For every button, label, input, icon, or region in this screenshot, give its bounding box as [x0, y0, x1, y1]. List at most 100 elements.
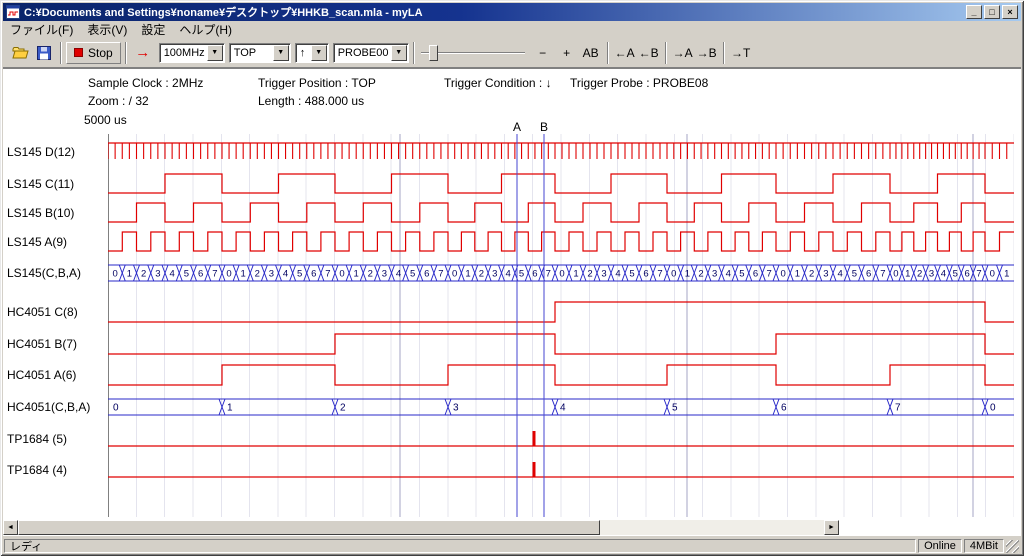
- chevron-down-icon[interactable]: ▼: [311, 45, 327, 61]
- svg-text:2: 2: [141, 269, 146, 280]
- save-button[interactable]: [32, 42, 56, 64]
- svg-text:6: 6: [424, 269, 429, 280]
- svg-text:1: 1: [354, 269, 359, 280]
- svg-text:0: 0: [452, 269, 457, 280]
- svg-text:2: 2: [587, 269, 592, 280]
- menu-help[interactable]: ヘルプ(H): [172, 20, 239, 39]
- channel-label-hc4051-b7: HC4051 B(7): [7, 337, 77, 352]
- scroll-left-button[interactable]: ◄: [3, 520, 18, 535]
- svg-text:4: 4: [283, 269, 288, 280]
- resize-grip[interactable]: [1006, 540, 1019, 553]
- svg-text:4: 4: [615, 269, 620, 280]
- zoom-out-button[interactable]: −: [531, 42, 555, 64]
- goto-b-next-button[interactable]: →B: [695, 42, 719, 64]
- svg-text:6: 6: [198, 269, 203, 280]
- svg-text:0: 0: [559, 269, 564, 280]
- svg-text:1: 1: [1004, 269, 1009, 280]
- zoom-slider[interactable]: [421, 43, 525, 63]
- channel-label-hc4051-a6: HC4051 A(6): [7, 368, 76, 383]
- svg-text:3: 3: [929, 269, 934, 280]
- minimize-button[interactable]: _: [966, 5, 982, 19]
- svg-text:1: 1: [127, 269, 132, 280]
- marker-b-label[interactable]: B: [538, 120, 550, 134]
- channel-label-ls145-d12: LS145 D(12): [7, 145, 75, 160]
- svg-text:1: 1: [465, 269, 470, 280]
- open-folder-icon: [12, 46, 29, 59]
- svg-text:7: 7: [325, 269, 330, 280]
- svg-text:4: 4: [169, 269, 174, 280]
- channel-label-tp1684-4: TP1684 (4): [7, 463, 67, 478]
- zoom-slider-thumb[interactable]: [429, 45, 438, 61]
- trigger-probe-select[interactable]: PROBE00 ▼: [333, 43, 409, 63]
- grid: [108, 134, 1014, 517]
- ab-button[interactable]: AB: [579, 42, 603, 64]
- svg-text:3: 3: [712, 269, 717, 280]
- svg-text:2: 2: [479, 269, 484, 280]
- stop-label: Stop: [88, 46, 113, 60]
- channel-label-tp1684-5: TP1684 (5): [7, 432, 67, 447]
- svg-text:4: 4: [837, 269, 842, 280]
- horizontal-scrollbar[interactable]: ◄ ►: [3, 520, 839, 535]
- svg-text:0: 0: [893, 269, 898, 280]
- svg-text:0: 0: [990, 403, 996, 414]
- info-sample-clock: Sample Clock : 2MHz: [88, 76, 203, 90]
- sample-clock-value: 100MHz: [164, 47, 205, 59]
- goto-a-next-button[interactable]: →A: [671, 42, 695, 64]
- trigger-edge-select[interactable]: ↑ ▼: [295, 43, 329, 63]
- svg-text:6: 6: [753, 269, 758, 280]
- channel-label-hc4051-bus: HC4051(C,B,A): [7, 400, 90, 415]
- svg-text:4: 4: [941, 269, 946, 280]
- svg-text:5: 5: [739, 269, 744, 280]
- svg-text:7: 7: [657, 269, 662, 280]
- app-icon: [6, 5, 20, 19]
- svg-text:2: 2: [917, 269, 922, 280]
- goto-a-prev-button[interactable]: ←A: [613, 42, 637, 64]
- goto-trigger-button[interactable]: →T: [729, 42, 753, 64]
- trigger-position-select[interactable]: TOP ▼: [229, 43, 291, 63]
- svg-text:6: 6: [311, 269, 316, 280]
- zoom-in-button[interactable]: +: [555, 42, 579, 64]
- title-bar[interactable]: C:¥Documents and Settings¥noname¥デスクトップ¥…: [3, 3, 1021, 21]
- svg-text:4: 4: [726, 269, 731, 280]
- scroll-right-button[interactable]: ►: [824, 520, 839, 535]
- menu-view[interactable]: 表示(V): [80, 20, 134, 39]
- svg-text:1: 1: [905, 269, 910, 280]
- open-button[interactable]: [8, 42, 32, 64]
- run-button[interactable]: →: [131, 42, 155, 64]
- svg-text:3: 3: [601, 269, 606, 280]
- svg-text:1: 1: [227, 403, 233, 414]
- svg-text:5: 5: [953, 269, 958, 280]
- marker-a-label[interactable]: A: [511, 120, 523, 134]
- toolbar-separator: [413, 42, 415, 64]
- floppy-icon: [37, 46, 51, 60]
- svg-text:3: 3: [382, 269, 387, 280]
- menu-settings[interactable]: 設定: [134, 20, 172, 39]
- close-button[interactable]: ×: [1002, 5, 1018, 19]
- svg-text:5: 5: [629, 269, 634, 280]
- goto-b-prev-button[interactable]: ←B: [637, 42, 661, 64]
- toolbar-separator: [125, 42, 127, 64]
- stop-button[interactable]: Stop: [66, 42, 121, 64]
- status-bar: レディ Online 4MBit: [3, 536, 1021, 553]
- chevron-down-icon[interactable]: ▼: [273, 45, 289, 61]
- scroll-track[interactable]: [18, 520, 824, 535]
- svg-text:2: 2: [368, 269, 373, 280]
- svg-text:3: 3: [453, 403, 459, 414]
- waveform-client: Sample Clock : 2MHz Trigger Position : T…: [3, 68, 1021, 536]
- chevron-down-icon[interactable]: ▼: [391, 45, 407, 61]
- svg-text:5: 5: [519, 269, 524, 280]
- svg-text:1: 1: [795, 269, 800, 280]
- menu-file[interactable]: ファイル(F): [3, 20, 80, 39]
- svg-text:1: 1: [241, 269, 246, 280]
- svg-text:4: 4: [506, 269, 511, 280]
- waveform-plot[interactable]: 0123456701234567012345670123456701234567…: [108, 134, 1014, 517]
- svg-text:0: 0: [671, 269, 676, 280]
- sample-clock-select[interactable]: 100MHz ▼: [159, 43, 225, 63]
- svg-text:7: 7: [880, 269, 885, 280]
- scroll-thumb[interactable]: [18, 520, 600, 535]
- svg-text:0: 0: [226, 269, 231, 280]
- chevron-down-icon[interactable]: ▼: [207, 45, 223, 61]
- maximize-button[interactable]: □: [984, 5, 1000, 19]
- svg-text:5: 5: [297, 269, 302, 280]
- svg-text:0: 0: [339, 269, 344, 280]
